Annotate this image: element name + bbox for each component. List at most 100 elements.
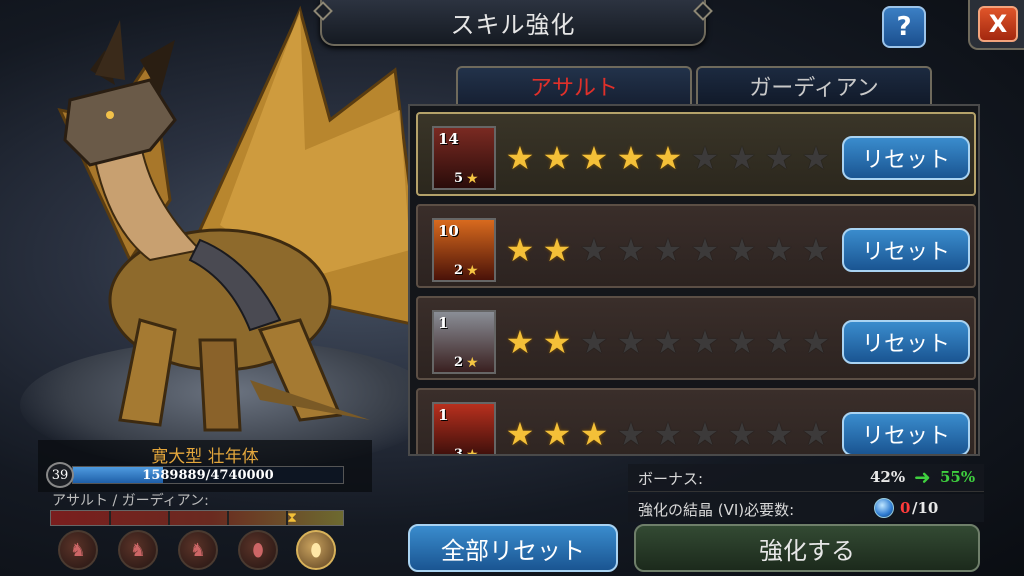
xp-text: 1589889/4740000 bbox=[142, 468, 274, 483]
star-rating: ★ ★ ★ ★ ★ ★ ★ ★ ★ bbox=[504, 142, 832, 174]
star-empty-icon: ★ bbox=[579, 231, 609, 269]
knights-icon: 14 5 ★ bbox=[432, 126, 496, 190]
skill-level: 1 bbox=[438, 406, 449, 424]
skill-level: 14 bbox=[438, 130, 459, 148]
help-button[interactable]: ? bbox=[882, 6, 926, 48]
balance-divider bbox=[227, 511, 229, 525]
balance-label: アサルト / ガーディアン: bbox=[52, 493, 209, 509]
star-empty-icon: ★ bbox=[690, 415, 720, 453]
dragon-illustration bbox=[57, 5, 440, 432]
skill-row[interactable]: 1 3 ★ ★ ★ ★ ★ ★ ★ ★ ★ ★ リセット bbox=[416, 388, 976, 456]
star-filled-icon: ★ bbox=[505, 231, 535, 269]
star-filled-icon: ★ bbox=[542, 231, 572, 269]
dragon-slot[interactable]: ⬮ bbox=[238, 530, 278, 570]
star-empty-icon: ★ bbox=[727, 415, 757, 453]
crystal-row: 強化の結晶 (VI)必要数: 0 /10 bbox=[628, 494, 984, 522]
skill-level: 10 bbox=[438, 222, 459, 240]
star-empty-icon: ★ bbox=[801, 323, 831, 361]
crystal-have: 0 bbox=[900, 499, 911, 517]
arrow-right-icon: ➜ bbox=[914, 465, 931, 489]
reset-button[interactable]: リセット bbox=[842, 136, 970, 180]
enhance-button[interactable]: 強化する bbox=[634, 524, 980, 572]
star-empty-icon: ★ bbox=[653, 231, 683, 269]
tab-guardian[interactable]: ガーディアン bbox=[696, 66, 932, 104]
reset-button[interactable]: リセット bbox=[842, 320, 970, 364]
reset-button[interactable]: リセット bbox=[842, 412, 970, 454]
star-rating: ★ ★ ★ ★ ★ ★ ★ ★ ★ bbox=[504, 418, 832, 450]
dragon-slot[interactable]: ⬮ bbox=[296, 530, 336, 570]
star-empty-icon: ★ bbox=[727, 323, 757, 361]
skill-list[interactable]: 14 5 ★ ★ ★ ★ ★ ★ ★ ★ ★ ★ リセット 10 2 ★ ★ ★ ★ ★ ★ ★ ★ ★ ★ リ… bbox=[408, 104, 980, 456]
star-empty-icon: ★ bbox=[764, 323, 794, 361]
star-rating: ★ ★ ★ ★ ★ ★ ★ ★ ★ bbox=[504, 326, 832, 358]
star-empty-icon: ★ bbox=[801, 139, 831, 177]
star-rating: ★ ★ ★ ★ ★ ★ ★ ★ ★ bbox=[504, 234, 832, 266]
star-empty-icon: ★ bbox=[801, 231, 831, 269]
star-filled-icon: ★ bbox=[579, 415, 609, 453]
reset-button[interactable]: リセット bbox=[842, 228, 970, 272]
star-empty-icon: ★ bbox=[579, 323, 609, 361]
star-empty-icon: ★ bbox=[616, 231, 646, 269]
skill-rank: 5 bbox=[454, 171, 464, 186]
star-empty-icon: ★ bbox=[616, 415, 646, 453]
star-empty-icon: ★ bbox=[690, 139, 720, 177]
star-empty-icon: ★ bbox=[764, 139, 794, 177]
skill-row[interactable]: 10 2 ★ ★ ★ ★ ★ ★ ★ ★ ★ ★ リセット bbox=[416, 204, 976, 288]
knight-icon: 1 2 ★ bbox=[432, 310, 496, 374]
bonus-label: ボーナス: bbox=[638, 470, 704, 488]
dragon-name: 寛大型 壮年体 bbox=[151, 447, 259, 467]
skill-rank: 3 bbox=[454, 447, 464, 456]
skill-rank: 2 bbox=[454, 355, 464, 370]
dragon-slot[interactable]: ♞ bbox=[118, 530, 158, 570]
star-filled-icon: ★ bbox=[542, 323, 572, 361]
question-icon: ? bbox=[896, 12, 912, 42]
star-empty-icon: ★ bbox=[690, 231, 720, 269]
skill-row[interactable]: 14 5 ★ ★ ★ ★ ★ ★ ★ ★ ★ ★ リセット bbox=[416, 112, 976, 196]
star-empty-icon: ★ bbox=[653, 323, 683, 361]
skill-rank: 2 bbox=[454, 263, 464, 278]
bonus-row: ボーナス: 42% ➜ 55% bbox=[628, 464, 984, 492]
balance-marker-icon: ⧗ bbox=[287, 510, 297, 526]
star-empty-icon: ★ bbox=[616, 323, 646, 361]
dragon-slot[interactable]: ♞ bbox=[58, 530, 98, 570]
skill-row[interactable]: 1 2 ★ ★ ★ ★ ★ ★ ★ ★ ★ ★ リセット bbox=[416, 296, 976, 380]
title-plate: スキル強化 bbox=[320, 0, 706, 46]
dragon-head-icon: ♞ bbox=[189, 539, 207, 561]
crystal-need: /10 bbox=[912, 499, 939, 517]
close-button-frame: X bbox=[968, 0, 1024, 50]
balance-bar: ⧗ bbox=[50, 510, 344, 526]
rank-star-icon: ★ bbox=[466, 171, 479, 187]
skill-level: 1 bbox=[438, 314, 449, 332]
dragon-egg-icon: ⬮ bbox=[252, 539, 264, 561]
crystal-icon bbox=[874, 498, 894, 518]
reset-all-button[interactable]: 全部リセット bbox=[408, 524, 618, 572]
star-filled-icon: ★ bbox=[505, 139, 535, 177]
star-empty-icon: ★ bbox=[727, 231, 757, 269]
close-button[interactable]: X bbox=[978, 6, 1018, 42]
star-filled-icon: ★ bbox=[505, 415, 535, 453]
bonus-current: 42% bbox=[870, 468, 906, 486]
star-filled-icon: ★ bbox=[579, 139, 609, 177]
dragon-head-icon: ♞ bbox=[129, 539, 147, 561]
star-filled-icon: ★ bbox=[616, 139, 646, 177]
star-empty-icon: ★ bbox=[727, 139, 757, 177]
dragon-slot[interactable]: ♞ bbox=[178, 530, 218, 570]
star-empty-icon: ★ bbox=[801, 415, 831, 453]
page-title: スキル強化 bbox=[450, 10, 576, 39]
rank-star-icon: ★ bbox=[466, 263, 479, 279]
dragon-level: 39 bbox=[46, 462, 74, 488]
close-icon: X bbox=[988, 10, 1008, 38]
warrior-icon: 1 3 ★ bbox=[432, 402, 496, 456]
rank-star-icon: ★ bbox=[466, 355, 479, 371]
balance-divider bbox=[109, 511, 111, 525]
bonus-next: 55% bbox=[940, 468, 976, 486]
dragon-egg-icon: ⬮ bbox=[310, 539, 322, 561]
tab-assault[interactable]: アサルト bbox=[456, 66, 692, 104]
star-empty-icon: ★ bbox=[764, 231, 794, 269]
star-empty-icon: ★ bbox=[690, 323, 720, 361]
star-empty-icon: ★ bbox=[764, 415, 794, 453]
star-filled-icon: ★ bbox=[542, 139, 572, 177]
balance-divider bbox=[168, 511, 170, 525]
xp-bar: 1589889/4740000 bbox=[72, 466, 344, 484]
fire-icon: 10 2 ★ bbox=[432, 218, 496, 282]
